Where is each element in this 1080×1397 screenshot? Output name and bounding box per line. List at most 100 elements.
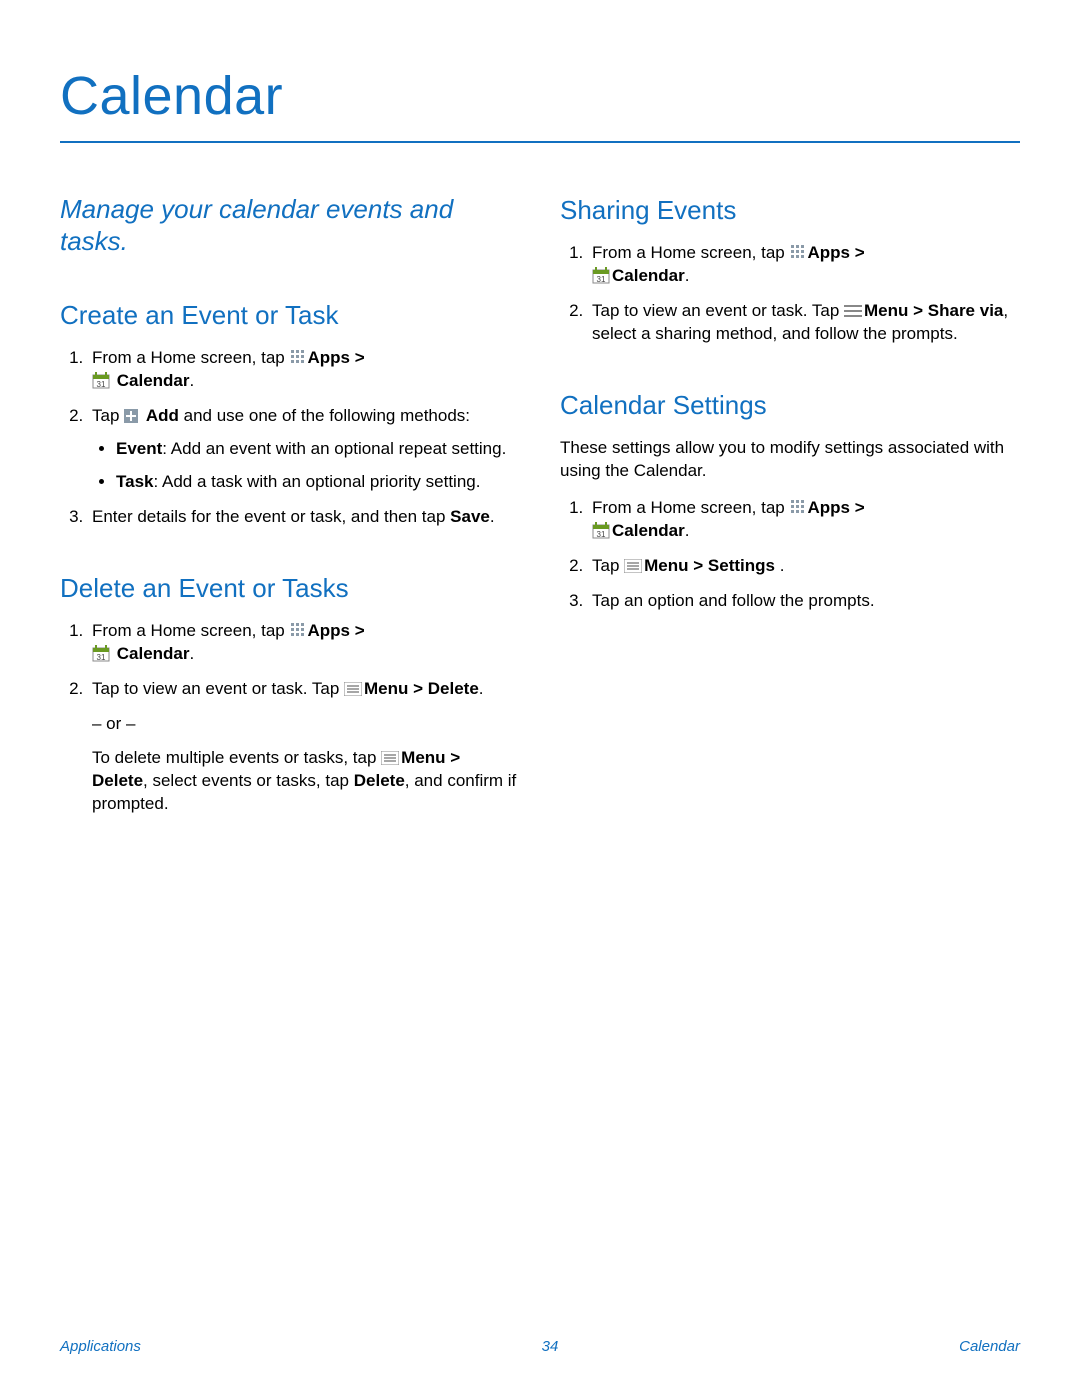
text: From a Home screen, tap <box>592 243 789 262</box>
text: To delete multiple events or tasks, tap <box>92 748 381 767</box>
heading-settings: Calendar Settings <box>560 388 1020 423</box>
menu-icon <box>381 751 399 765</box>
footer-left: Applications <box>60 1337 141 1357</box>
text: . <box>490 507 495 526</box>
period: . <box>189 371 194 390</box>
text: : Add a task with an optional priority s… <box>154 472 481 491</box>
period: . <box>189 644 194 663</box>
calendar-icon: 31 <box>592 266 610 284</box>
apps-grid-icon <box>290 349 306 365</box>
text: Tap <box>92 406 124 425</box>
footer-center: 34 <box>542 1337 559 1357</box>
step: Enter details for the event or task, and… <box>88 506 520 529</box>
period: . <box>685 266 690 285</box>
text: and use one of the following methods: <box>179 406 470 425</box>
save-label: Save <box>450 507 490 526</box>
step: Tap to view an event or task. Tap Menu >… <box>588 300 1020 346</box>
delete-label: Delete <box>428 679 479 698</box>
sep: > <box>689 556 708 575</box>
step: From a Home screen, tap Apps > 31 Calend… <box>88 347 520 393</box>
apps-label: Apps <box>807 243 850 262</box>
apps-label: Apps <box>307 621 350 640</box>
calendar-label: Calendar <box>117 371 190 390</box>
svg-text:31: 31 <box>597 275 606 284</box>
calendar-label: Calendar <box>612 266 685 285</box>
calendar-icon: 31 <box>92 644 110 662</box>
text: Tap <box>592 556 624 575</box>
text: , select events or tasks, tap <box>143 771 354 790</box>
sep: > <box>446 748 461 767</box>
add-label: Add <box>146 406 179 425</box>
intro-text: Manage your calendar events and tasks. <box>60 193 520 258</box>
heading-sharing: Sharing Events <box>560 193 1020 228</box>
step: Tap Add and use one of the following met… <box>88 405 520 494</box>
delete-label: Delete <box>354 771 405 790</box>
menu-label: Menu <box>364 679 408 698</box>
svg-text:31: 31 <box>97 380 106 389</box>
calendar-icon: 31 <box>92 371 110 389</box>
steps-create: From a Home screen, tap Apps > 31 Calend… <box>60 347 520 529</box>
calendar-icon: 31 <box>592 521 610 539</box>
steps-sharing: From a Home screen, tap Apps > 31 Calend… <box>560 242 1020 346</box>
text: Enter details for the event or task, and… <box>92 507 450 526</box>
title-rule <box>60 141 1020 143</box>
period: . <box>479 679 484 698</box>
settings-label: Settings <box>708 556 775 575</box>
page-footer: Applications 34 Calendar <box>60 1337 1020 1357</box>
sep: > <box>350 348 365 367</box>
sep: > <box>850 243 865 262</box>
menu-stack-icon <box>844 304 862 318</box>
or-text: – or – <box>92 713 520 736</box>
apps-label: Apps <box>307 348 350 367</box>
text: From a Home screen, tap <box>592 498 789 517</box>
svg-text:31: 31 <box>597 530 606 539</box>
section-delete: Delete an Event or Tasks From a Home scr… <box>60 571 520 817</box>
section-settings: Calendar Settings These settings allow y… <box>560 388 1020 613</box>
apps-label: Apps <box>807 498 850 517</box>
steps-delete: From a Home screen, tap Apps > 31 Calend… <box>60 620 520 817</box>
apps-grid-icon <box>790 244 806 260</box>
calendar-label: Calendar <box>117 644 190 663</box>
label: Event <box>116 439 162 458</box>
text: . <box>775 556 784 575</box>
sep: > <box>350 621 365 640</box>
step: Tap an option and follow the prompts. <box>588 590 1020 613</box>
content-columns: Manage your calendar events and tasks. C… <box>60 193 1020 858</box>
text: Tap an option and follow the prompts. <box>592 591 875 610</box>
right-column: Sharing Events From a Home screen, tap A… <box>560 193 1020 858</box>
share-label: Share via <box>928 301 1004 320</box>
svg-text:31: 31 <box>97 653 106 662</box>
step: From a Home screen, tap Apps > 31 Calend… <box>588 497 1020 543</box>
label: Task <box>116 472 154 491</box>
step: Tap Menu > Settings . <box>588 555 1020 578</box>
bullet: Task: Add a task with an optional priori… <box>116 471 520 494</box>
plus-icon <box>124 409 138 423</box>
sep: > <box>908 301 927 320</box>
steps-settings: From a Home screen, tap Apps > 31 Calend… <box>560 497 1020 613</box>
apps-grid-icon <box>290 622 306 638</box>
section-create: Create an Event or Task From a Home scre… <box>60 298 520 529</box>
period: . <box>685 521 690 540</box>
menu-label: Menu <box>401 748 445 767</box>
sep: > <box>408 679 427 698</box>
step: Tap to view an event or task. Tap Menu >… <box>88 678 520 817</box>
menu-label: Menu <box>864 301 908 320</box>
delete-label: Delete <box>92 771 143 790</box>
text: Tap to view an event or task. Tap <box>92 679 344 698</box>
step: From a Home screen, tap Apps > 31 Calend… <box>88 620 520 666</box>
settings-intro: These settings allow you to modify setti… <box>560 437 1020 483</box>
text: : Add an event with an optional repeat s… <box>162 439 506 458</box>
bullet: Event: Add an event with an optional rep… <box>116 438 520 461</box>
menu-label: Menu <box>644 556 688 575</box>
page-title: Calendar <box>60 60 1020 133</box>
text: From a Home screen, tap <box>92 348 289 367</box>
heading-create: Create an Event or Task <box>60 298 520 333</box>
menu-icon <box>344 682 362 696</box>
step: From a Home screen, tap Apps > 31 Calend… <box>588 242 1020 288</box>
text: Tap to view an event or task. Tap <box>592 301 844 320</box>
bullets: Event: Add an event with an optional rep… <box>92 438 520 494</box>
footer-right: Calendar <box>959 1337 1020 1357</box>
apps-grid-icon <box>790 499 806 515</box>
section-sharing: Sharing Events From a Home screen, tap A… <box>560 193 1020 346</box>
left-column: Manage your calendar events and tasks. C… <box>60 193 520 858</box>
